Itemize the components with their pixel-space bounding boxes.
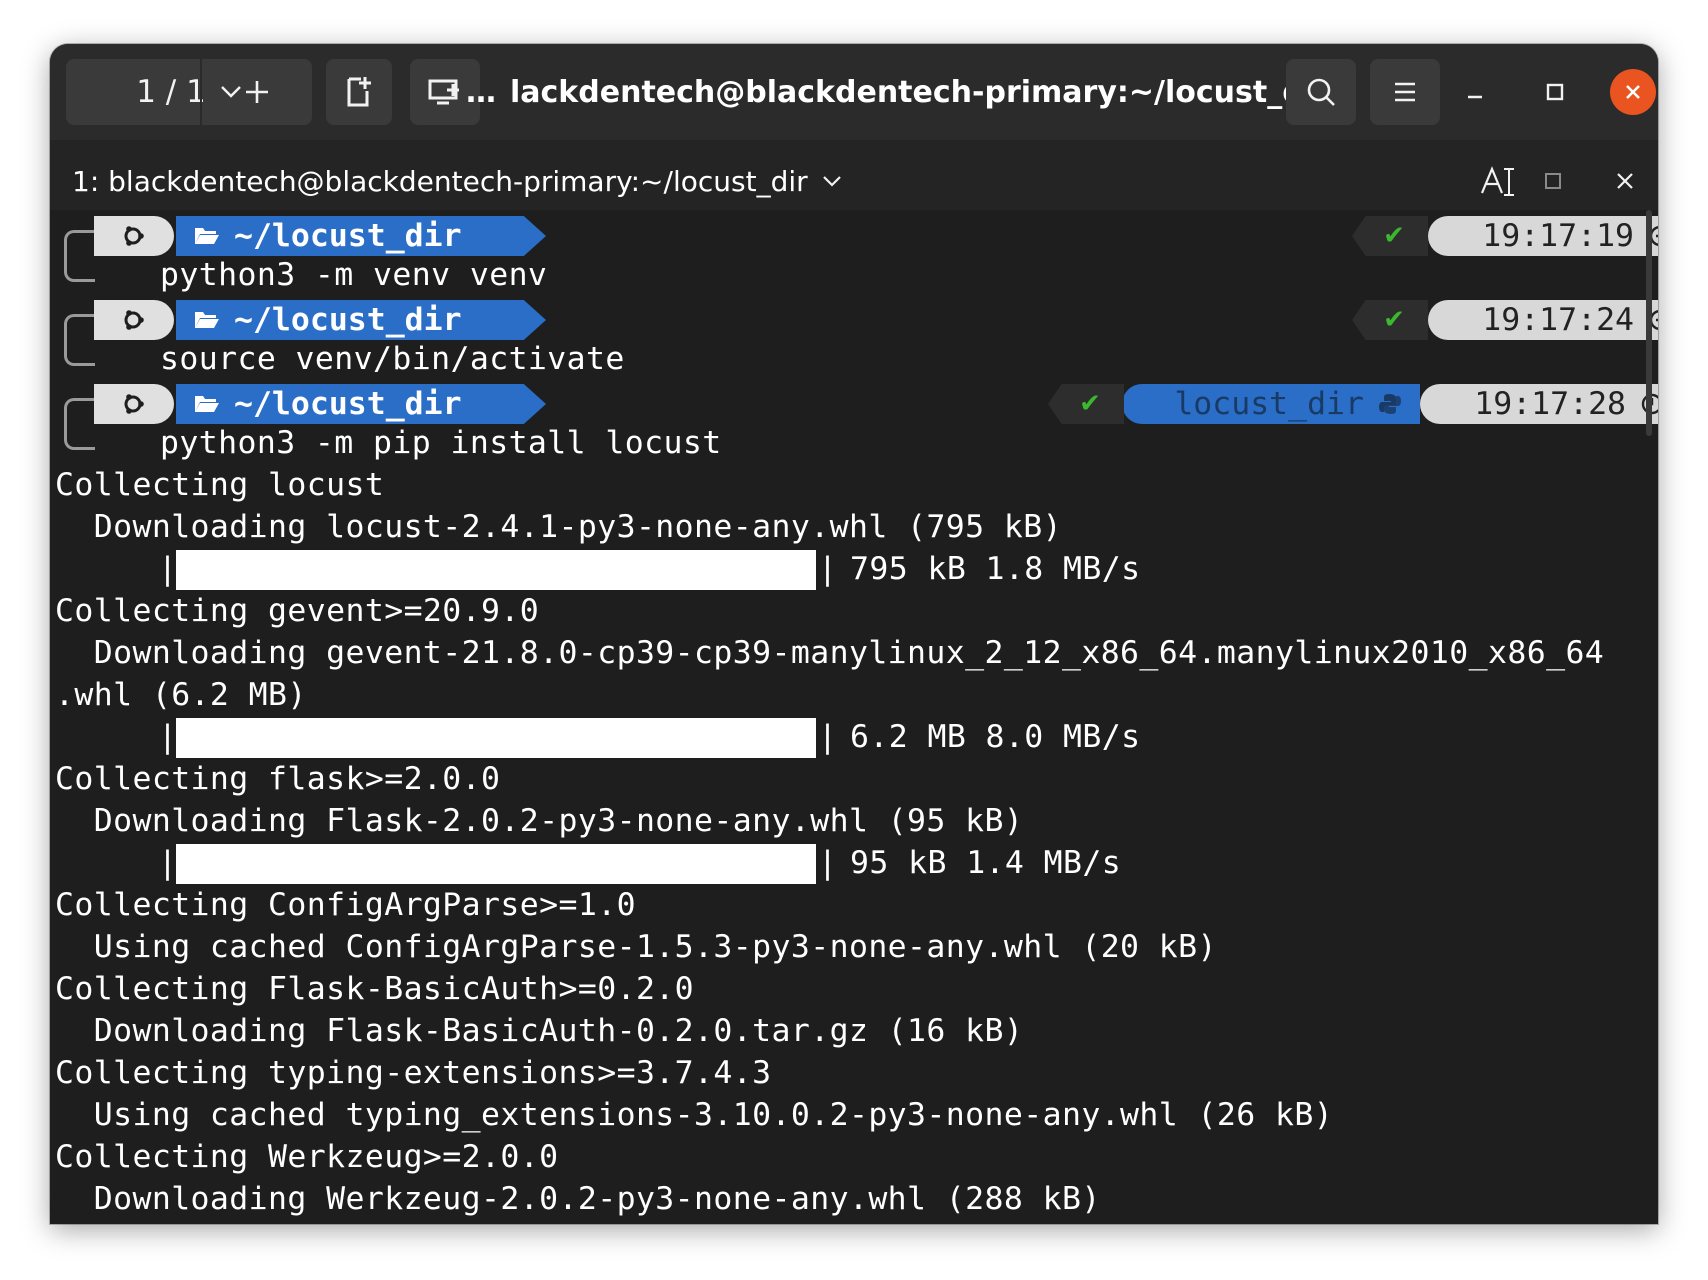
output-line: Downloading locust-2.4.1-py3-none-any.wh… xyxy=(55,509,1062,545)
folder-open-icon xyxy=(195,396,219,412)
prompt-bracket xyxy=(64,230,95,282)
close-button[interactable] xyxy=(1610,69,1656,115)
prompt-status: ✔ 19:17:24 xyxy=(1352,300,1658,340)
output-line: Collecting ConfigArgParse>=1.0 xyxy=(55,887,636,923)
prompt-status: ✔ locust_dir 19:17:28 xyxy=(1048,384,1658,424)
python-icon xyxy=(1379,394,1401,414)
header-bar: 1 / 1 … lackdentech@blackdentech-primary… xyxy=(50,44,1658,140)
progress-bar-left: | xyxy=(158,845,177,881)
folder-open-icon xyxy=(195,228,219,244)
ubuntu-icon xyxy=(124,394,144,414)
dir-segment: ~/locust_dir xyxy=(176,300,546,340)
tab-title-text: 1: blackdentech@blackdentech-primary:~/l… xyxy=(72,164,808,198)
window-title: … lackdentech@blackdentech-primary:~/loc… xyxy=(466,44,1329,140)
progress-bar-fill xyxy=(176,844,816,884)
scrollbar[interactable] xyxy=(1646,210,1652,436)
venv-text: locust_dir xyxy=(1174,386,1364,422)
output-line: Collecting flask>=2.0.0 xyxy=(55,761,501,797)
ubuntu-icon xyxy=(124,226,144,246)
dir-segment: ~/locust_dir xyxy=(176,384,546,424)
time-text: 19:17:19 xyxy=(1482,218,1634,254)
command-line: source venv/bin/activate xyxy=(160,341,625,377)
chevron-down-icon xyxy=(822,176,841,187)
menu-button[interactable] xyxy=(1370,59,1440,125)
output-line: Collecting typing-extensions>=3.7.4.3 xyxy=(55,1055,772,1091)
folder-open-icon xyxy=(195,312,219,328)
prompt-status: ✔ 19:17:19 xyxy=(1352,216,1658,256)
progress-bar-fill xyxy=(176,718,816,758)
dir-segment: ~/locust_dir xyxy=(176,216,546,256)
output-line: Downloading Werkzeug-2.0.2-py3-none-any.… xyxy=(55,1181,1101,1217)
status-ok: ✔ xyxy=(1048,384,1124,424)
time-segment: 19:17:28 xyxy=(1420,384,1658,424)
output-line: Using cached ConfigArgParse-1.5.3-py3-no… xyxy=(55,929,1217,965)
time-text: 19:17:28 xyxy=(1474,386,1626,422)
new-tab-button[interactable] xyxy=(202,59,312,125)
os-segment xyxy=(94,216,174,256)
tab-close-icon xyxy=(1617,173,1633,189)
search-icon xyxy=(1307,78,1335,106)
command-line: python3 -m venv venv xyxy=(160,257,548,293)
output-line: Collecting locust xyxy=(55,467,385,503)
new-window-icon xyxy=(347,77,371,107)
maximize-button[interactable] xyxy=(1532,69,1578,115)
progress-stats: 795 kB 1.8 MB/s xyxy=(850,551,1141,587)
output-line: .whl (6.2 MB) xyxy=(55,677,307,713)
plus-icon xyxy=(246,81,268,103)
tabs-overview-group: 1 / 1 xyxy=(66,59,312,125)
output-line: Collecting gevent>=20.9.0 xyxy=(55,593,540,629)
output-line: Downloading Flask-2.0.2-py3-none-any.whl… xyxy=(55,803,1024,839)
close-icon xyxy=(1626,85,1640,99)
title-ellipsis: … xyxy=(466,74,496,110)
time-segment: 19:17:24 xyxy=(1428,300,1658,340)
output-line: Collecting Flask-BasicAuth>=0.2.0 xyxy=(55,971,695,1007)
progress-stats: 95 kB 1.4 MB/s xyxy=(850,845,1122,881)
font-size-icon xyxy=(1480,166,1514,196)
progress-bar-right: | xyxy=(818,845,837,881)
status-ok: ✔ xyxy=(1352,300,1428,340)
progress-bar-left: | xyxy=(158,551,177,587)
dir-text: ~/locust_dir xyxy=(234,386,462,422)
progress-stats: 6.2 MB 8.0 MB/s xyxy=(850,719,1141,755)
hamburger-icon xyxy=(1395,82,1415,102)
maximize-icon xyxy=(1546,83,1564,101)
progress-bar-right: | xyxy=(818,719,837,755)
status-ok: ✔ xyxy=(1352,216,1428,256)
progress-bar-right: | xyxy=(818,551,837,587)
tab-maximize-icon xyxy=(1545,173,1561,189)
output-line: Downloading gevent-21.8.0-cp39-cp39-many… xyxy=(55,635,1605,671)
time-segment: 19:17:19 xyxy=(1428,216,1658,256)
dir-text: ~/locust_dir xyxy=(234,218,462,254)
time-text: 19:17:24 xyxy=(1482,302,1634,338)
command-line: python3 -m pip install locust xyxy=(160,425,722,461)
os-segment xyxy=(94,384,174,424)
search-button[interactable] xyxy=(1286,59,1356,125)
minimize-button[interactable] xyxy=(1452,69,1498,115)
output-line: Collecting Werkzeug>=2.0.0 xyxy=(55,1139,559,1175)
progress-bar-left: | xyxy=(158,719,177,755)
prompt-bracket xyxy=(64,314,95,366)
terminal-content[interactable]: ~/locust_dir ✔ 19:17:19 python3 -m venv … xyxy=(50,210,1658,1224)
minimize-icon xyxy=(1468,95,1482,99)
title-text: lackdentech@blackdentech-primary:~/locus… xyxy=(510,74,1329,110)
prompt-bracket xyxy=(64,398,95,450)
venv-segment: locust_dir xyxy=(1122,384,1420,424)
os-segment xyxy=(94,300,174,340)
tab-count-label: 1 / 1 xyxy=(136,74,206,110)
dir-text: ~/locust_dir xyxy=(234,302,462,338)
terminal-window: 1 / 1 … lackdentech@blackdentech-primary… xyxy=(50,44,1658,1224)
monitor-add-icon xyxy=(428,79,459,105)
output-line: Downloading Flask-BasicAuth-0.2.0.tar.gz… xyxy=(55,1013,1024,1049)
new-window-button[interactable] xyxy=(326,59,392,125)
output-line: Using cached typing_extensions-3.10.0.2-… xyxy=(55,1097,1334,1133)
ubuntu-icon xyxy=(124,310,144,330)
progress-bar-fill xyxy=(176,550,816,590)
